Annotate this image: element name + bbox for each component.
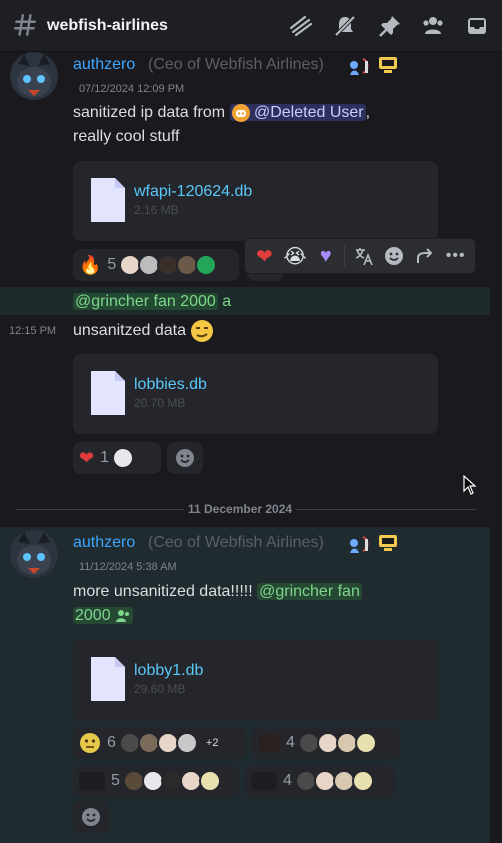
separator	[344, 245, 346, 267]
message-timestamp: 11/12/2024 5:38 AM	[79, 561, 177, 573]
heart-icon: ❤	[79, 447, 95, 468]
role-badge-icon	[350, 58, 369, 75]
cursor-icon	[463, 475, 477, 495]
reactor-avatar	[351, 770, 374, 792]
message-text: sanitized ip data from @Deleted User, re…	[73, 101, 473, 149]
user-mention[interactable]: 2000	[73, 607, 134, 624]
message-actions-bar: ❤ 😭 ♥ •••	[244, 238, 476, 274]
thinking-emoji-icon	[80, 733, 100, 753]
message-text: unsanitzed data	[73, 319, 214, 343]
file-attachment[interactable]: wfapi-120624.db 2.16 MB	[73, 161, 438, 241]
reply-suffix: a	[222, 293, 232, 310]
forward-icon[interactable]	[410, 241, 441, 271]
pin-icon[interactable]	[378, 14, 402, 38]
reactor-avatar	[195, 254, 218, 276]
role-tag: (Ceo of Webfish Airlines)	[148, 534, 324, 551]
file-size: 29.60 MB	[134, 682, 186, 696]
file-icon	[91, 657, 125, 701]
custom-emoji-icon	[251, 772, 277, 790]
avatar[interactable]	[10, 52, 58, 100]
file-name[interactable]: wfapi-120624.db	[134, 183, 252, 201]
reactor-avatar	[175, 732, 198, 754]
role-tag: (Ceo of Webfish Airlines)	[148, 56, 324, 73]
channel-name: webfish-airlines	[47, 17, 168, 34]
crying-reaction-icon[interactable]: 😭	[280, 241, 311, 271]
file-attachment[interactable]: lobby1.db 29.60 MB	[73, 640, 438, 720]
reaction-hmm[interactable]: 6 +2	[73, 727, 246, 759]
reactor-avatar	[354, 732, 377, 754]
channel-header: webfish-airlines	[0, 0, 502, 52]
more-reactors: +2	[205, 737, 219, 749]
add-reaction-button[interactable]	[73, 801, 109, 833]
reaction-count: 4	[283, 772, 292, 789]
custom-emoji-icon	[258, 734, 280, 752]
smirk-emoji-icon	[191, 320, 214, 342]
desktop-icon	[379, 57, 397, 73]
reaction-count: 5	[111, 772, 120, 789]
user-mention[interactable]: @grincher fan	[257, 583, 362, 600]
user-mention[interactable]: @Deleted User	[229, 103, 366, 122]
more-icon[interactable]: •••	[440, 241, 471, 271]
message-timestamp: 07/12/2024 12:09 PM	[79, 83, 185, 95]
avatar[interactable]	[10, 530, 58, 578]
mention-text: @Deleted User	[253, 104, 364, 121]
add-reaction-icon[interactable]	[379, 241, 410, 271]
message-text-part: unsanitzed data	[73, 322, 186, 340]
smile-icon	[82, 808, 100, 826]
file-name[interactable]: lobbies.db	[134, 376, 207, 394]
purple-heart-reaction-icon[interactable]: ♥	[310, 241, 341, 271]
author-name[interactable]: authzero	[73, 56, 135, 74]
message-text-part: sanitized ip data from	[73, 104, 226, 121]
reactor-avatar	[112, 447, 134, 469]
author-name[interactable]: authzero	[73, 534, 135, 552]
smile-icon	[176, 449, 194, 467]
file-icon	[91, 371, 125, 415]
reaction-dark[interactable]: 4	[245, 765, 395, 797]
reply-mention[interactable]: @grincher fan 2000	[73, 293, 218, 310]
inbox-icon[interactable]	[465, 14, 489, 38]
reaction-fire[interactable]: 🔥 5	[73, 249, 239, 281]
add-reaction-button[interactable]	[167, 442, 203, 474]
discord-icon	[231, 103, 250, 122]
file-size: 20.70 MB	[134, 396, 186, 410]
hash-icon	[14, 14, 36, 36]
file-name[interactable]: lobby1.db	[134, 662, 203, 680]
members-icon[interactable]	[421, 14, 445, 38]
message-text-part: more unsanitized data!!!!!	[73, 583, 253, 600]
threads-icon[interactable]	[289, 14, 313, 38]
reaction-photo[interactable]: 4	[252, 727, 400, 759]
file-attachment[interactable]: lobbies.db 20.70 MB	[73, 354, 438, 434]
reaction-sticker[interactable]: 5	[73, 765, 239, 797]
translate-icon[interactable]	[348, 241, 379, 271]
reaction-count: 4	[286, 734, 295, 751]
date-divider: 11 December 2024	[184, 502, 297, 516]
reaction-heart[interactable]: ❤ 1	[73, 442, 161, 474]
role-badge-icon	[350, 536, 369, 553]
reaction-count: 5	[107, 256, 117, 273]
message-text-part: really cool stuff	[73, 128, 180, 145]
message-text: more unsanitized data!!!!! @grincher fan…	[73, 580, 473, 628]
members-icon	[116, 609, 130, 622]
file-size: 2.16 MB	[134, 203, 179, 217]
fire-icon: 🔥	[79, 254, 102, 275]
desktop-icon	[379, 535, 397, 551]
reactor-avatar	[198, 770, 221, 792]
heart-reaction-icon[interactable]: ❤	[249, 241, 280, 271]
reaction-count: 6	[107, 734, 116, 751]
message-text-part: ,	[365, 104, 371, 121]
reaction-count: 1	[100, 449, 109, 466]
reply-preview[interactable]: @grincher fan 2000 a	[73, 290, 231, 314]
mention-text: 2000	[75, 607, 111, 624]
file-icon	[91, 178, 125, 222]
message-timestamp: 12:15 PM	[9, 325, 57, 337]
mute-icon[interactable]	[333, 14, 357, 38]
custom-emoji-icon	[79, 772, 105, 790]
